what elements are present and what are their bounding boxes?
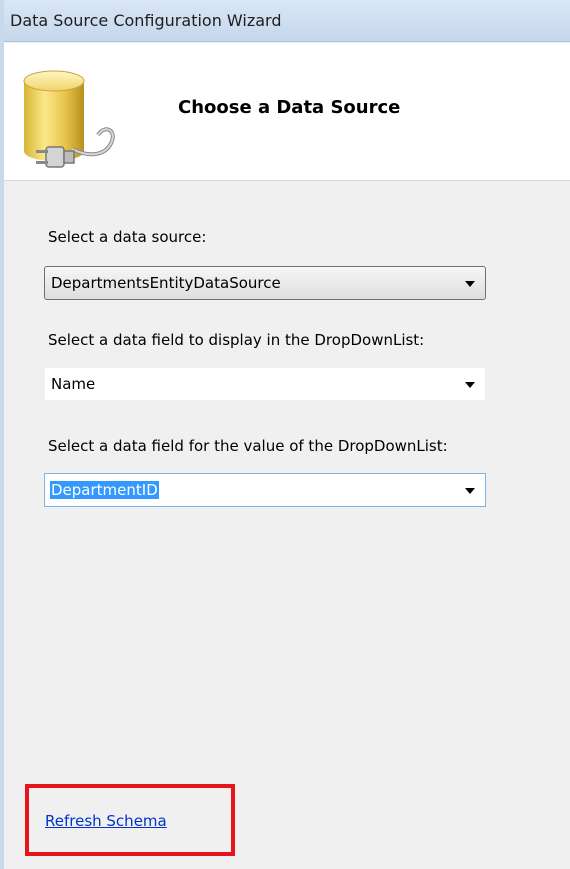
wizard-header: Choose a Data Source bbox=[4, 43, 570, 181]
chevron-down-icon[interactable] bbox=[465, 488, 475, 494]
window-title: Data Source Configuration Wizard bbox=[10, 11, 282, 30]
data-source-label: Select a data source: bbox=[48, 228, 207, 246]
chevron-down-icon[interactable] bbox=[465, 382, 475, 388]
page-title: Choose a Data Source bbox=[178, 97, 401, 118]
value-field-dropdown[interactable]: DepartmentID bbox=[44, 473, 486, 507]
display-field-dropdown[interactable]: Name bbox=[44, 367, 486, 401]
display-field-value: Name bbox=[51, 375, 96, 393]
chevron-down-icon[interactable] bbox=[465, 281, 475, 287]
wizard-window: Data Source Configuration Wizard Choose … bbox=[0, 0, 570, 869]
value-field-label: Select a data field for the value of the… bbox=[48, 437, 448, 455]
data-source-value: DepartmentsEntityDataSource bbox=[51, 274, 281, 292]
value-field-value: DepartmentID bbox=[50, 481, 159, 499]
refresh-schema-link[interactable]: Refresh Schema bbox=[45, 812, 167, 830]
data-source-dropdown[interactable]: DepartmentsEntityDataSource bbox=[44, 266, 486, 300]
window-title-bar: Data Source Configuration Wizard bbox=[4, 0, 570, 42]
display-field-label: Select a data field to display in the Dr… bbox=[48, 331, 425, 349]
database-plug-icon bbox=[23, 70, 115, 168]
